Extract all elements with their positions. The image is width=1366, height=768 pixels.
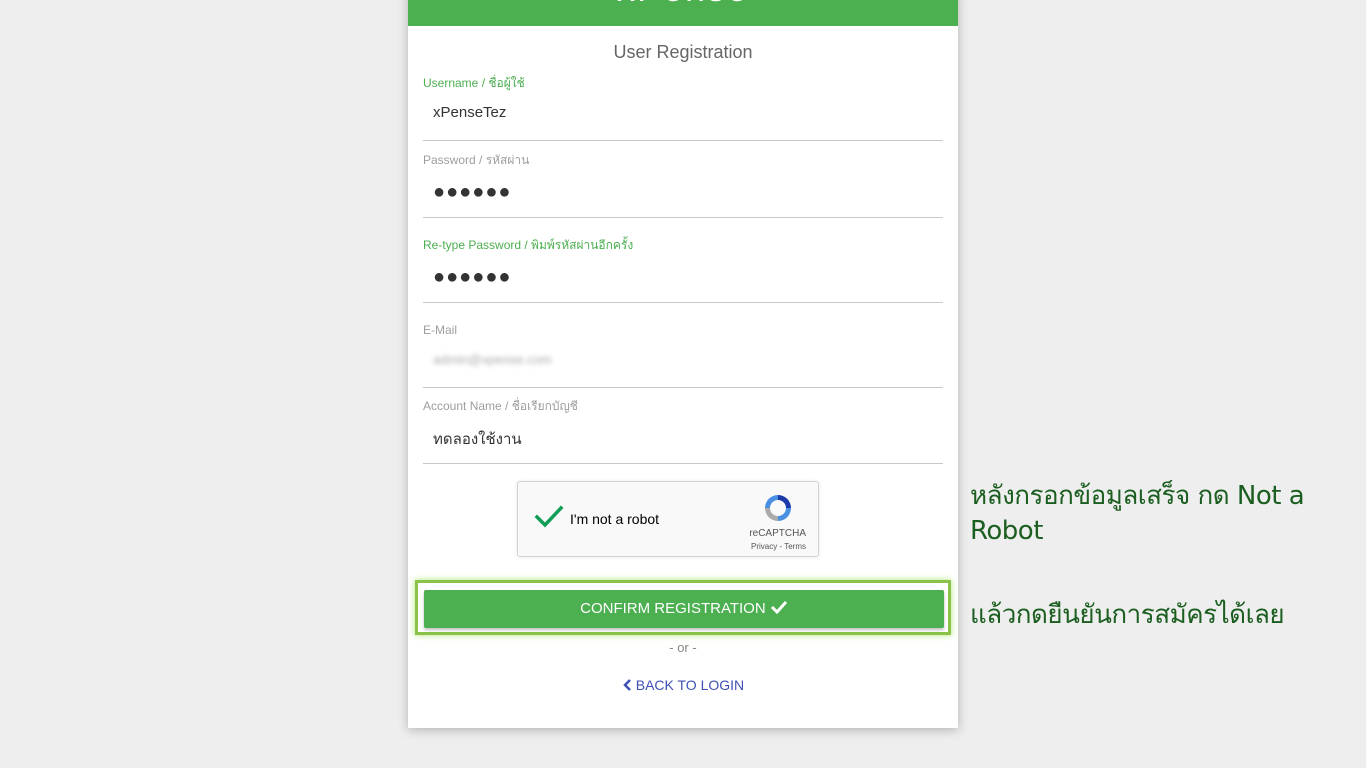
recaptcha-links[interactable]: Privacy - Terms (751, 542, 806, 551)
email-input[interactable]: admin@xpense.com (423, 351, 943, 388)
username-field: Username / ชื่อผู้ใช้ xPenseTez (423, 75, 943, 141)
password-label: Password / รหัสผ่าน (423, 153, 530, 167)
page-title: User Registration (613, 42, 753, 62)
or-divider: - or - (669, 640, 697, 655)
recaptcha-logo-icon (762, 492, 794, 529)
annotation-confirm: แล้วกดยืนยันการสมัครได้เลย (970, 600, 1285, 630)
account-name-field: Account Name / ชื่อเรียกบัญชี ทดลองใช้งา… (423, 398, 943, 464)
retype-password-label: Re-type Password / พิมพ์รหัสผ่านอีกครั้ง (423, 238, 634, 252)
email-label: E-Mail (423, 323, 458, 337)
password-field: Password / รหัสผ่าน ●●●●●● (423, 152, 943, 218)
recaptcha-widget[interactable]: I'm not a robot reCAPTCHA Privacy - Term… (517, 481, 819, 557)
password-input[interactable]: ●●●●●● (423, 181, 943, 218)
registration-card: xPense User Registration Username / ชื่อ… (408, 0, 958, 728)
back-to-login-label: BACK TO LOGIN (635, 677, 745, 693)
account-name-label: Account Name / ชื่อเรียกบัญชี (423, 399, 578, 413)
retype-password-field: Re-type Password / พิมพ์รหัสผ่านอีกครั้ง… (423, 237, 943, 303)
app-header: xPense (408, 0, 958, 26)
username-label: Username / ชื่อผู้ใช้ (423, 76, 525, 90)
retype-password-input[interactable]: ●●●●●● (423, 266, 943, 303)
annotation-not-robot: หลังกรอกข้อมูลเสร็จ กด Not a Robot (970, 481, 1305, 546)
chevron-left-icon (622, 677, 636, 693)
username-input[interactable]: xPenseTez (423, 104, 943, 141)
checkmark-icon[interactable] (534, 504, 564, 535)
account-name-input[interactable]: ทดลองใช้งาน (423, 427, 943, 464)
recaptcha-brand: reCAPTCHA (749, 528, 806, 539)
check-icon (770, 600, 788, 617)
email-value: admin@xpense.com (433, 352, 552, 367)
recaptcha-label: I'm not a robot (570, 511, 660, 527)
email-field: E-Mail admin@xpense.com (423, 322, 943, 388)
back-to-login-link[interactable]: BACK TO LOGIN (408, 677, 958, 693)
brand-title: xPense (408, 0, 958, 10)
confirm-registration-button[interactable]: CONFIRM REGISTRATION (424, 590, 944, 628)
confirm-label: CONFIRM REGISTRATION (580, 600, 766, 617)
